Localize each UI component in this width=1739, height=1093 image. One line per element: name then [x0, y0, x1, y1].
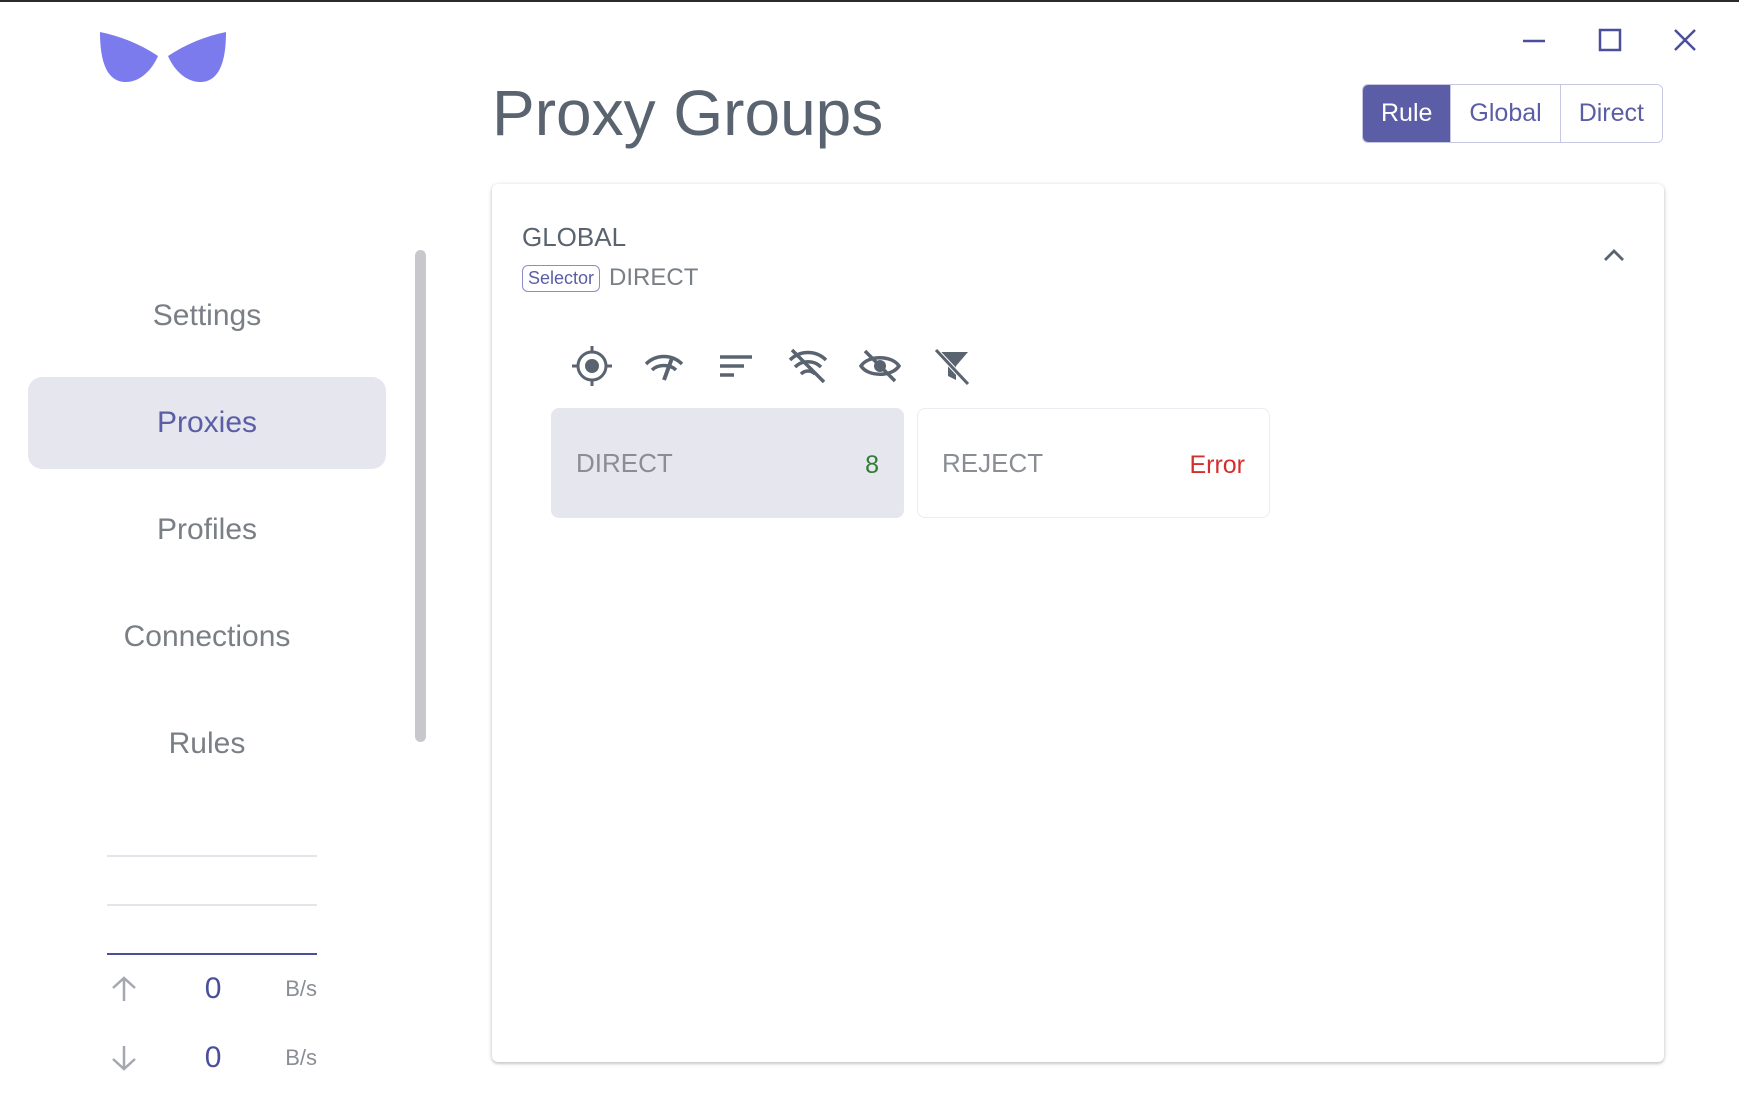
- group-toolbar: [568, 342, 1000, 390]
- filter-off-icon: [934, 348, 970, 386]
- app-logo-icon: [100, 32, 226, 82]
- sort-button[interactable]: [712, 342, 760, 390]
- traffic-graph-line: [107, 855, 317, 857]
- filter-delay-button[interactable]: [784, 342, 832, 390]
- traffic-graph-baseline: [107, 953, 317, 955]
- proxy-item-direct[interactable]: DIRECT 8: [551, 408, 904, 518]
- locate-button[interactable]: [568, 342, 616, 390]
- hide-unavailable-icon: [858, 349, 902, 383]
- download-speed: 0 B/s: [107, 1041, 317, 1075]
- filter-off-button[interactable]: [928, 342, 976, 390]
- proxy-name: DIRECT: [576, 447, 673, 478]
- group-meta: Selector DIRECT: [522, 264, 698, 292]
- download-speed-value: 0: [204, 1041, 222, 1074]
- window-top-border: [0, 0, 1739, 2]
- collapse-button[interactable]: [1594, 236, 1634, 276]
- sidebar-scrollbar[interactable]: [415, 250, 426, 742]
- proxy-delay[interactable]: 8: [865, 451, 879, 480]
- close-button[interactable]: [1663, 20, 1707, 60]
- filter-no-delay-icon: [788, 348, 828, 384]
- speed-test-icon: [644, 354, 684, 381]
- group-type-badge: Selector: [522, 264, 601, 292]
- sidebar-item-proxies[interactable]: Proxies: [28, 377, 386, 469]
- upload-speed-value: 0: [204, 972, 222, 1005]
- sidebar-item-rules[interactable]: Rules: [28, 698, 386, 790]
- sidebar-item-profiles[interactable]: Profiles: [28, 484, 386, 576]
- mode-switch: Rule Global Direct: [1362, 84, 1663, 143]
- maximize-icon: [1598, 28, 1622, 52]
- download-speed-unit: B/s: [285, 1045, 317, 1070]
- hide-unavailable-button[interactable]: [856, 342, 904, 390]
- proxy-group-card: GLOBAL Selector DIRECT DIRECT 8 REJECT E…: [492, 184, 1664, 1062]
- sort-icon: [720, 355, 752, 377]
- sidebar-item-settings[interactable]: Settings: [28, 270, 386, 362]
- minimize-icon: [1523, 39, 1545, 43]
- proxy-item-reject[interactable]: REJECT Error: [917, 408, 1270, 518]
- traffic-graph-line: [107, 904, 317, 906]
- sidebar-nav: Settings Proxies Profiles Connections Ru…: [28, 270, 386, 805]
- group-name: GLOBAL: [522, 222, 627, 252]
- speed-test-button[interactable]: [640, 342, 688, 390]
- minimize-button[interactable]: [1512, 20, 1556, 60]
- upload-speed-unit: B/s: [285, 976, 317, 1001]
- group-current-proxy: DIRECT: [609, 264, 699, 291]
- proxy-list: DIRECT 8 REJECT Error: [551, 408, 1283, 518]
- mode-direct-button[interactable]: Direct: [1559, 85, 1662, 142]
- maximize-button[interactable]: [1588, 20, 1632, 60]
- arrow-up-icon: [112, 976, 136, 1001]
- proxy-delay[interactable]: Error: [1189, 451, 1245, 480]
- proxy-name: REJECT: [942, 447, 1044, 478]
- locate-icon: [572, 346, 612, 386]
- sidebar-item-connections[interactable]: Connections: [28, 591, 386, 683]
- mode-global-button[interactable]: Global: [1450, 85, 1560, 142]
- close-icon: [1674, 29, 1696, 51]
- arrow-down-icon: [112, 1046, 136, 1071]
- page-title: Proxy Groups: [492, 77, 884, 149]
- upload-speed: 0 B/s: [107, 972, 317, 1006]
- chevron-up-icon: [1604, 249, 1624, 261]
- mode-rule-button[interactable]: Rule: [1363, 85, 1451, 142]
